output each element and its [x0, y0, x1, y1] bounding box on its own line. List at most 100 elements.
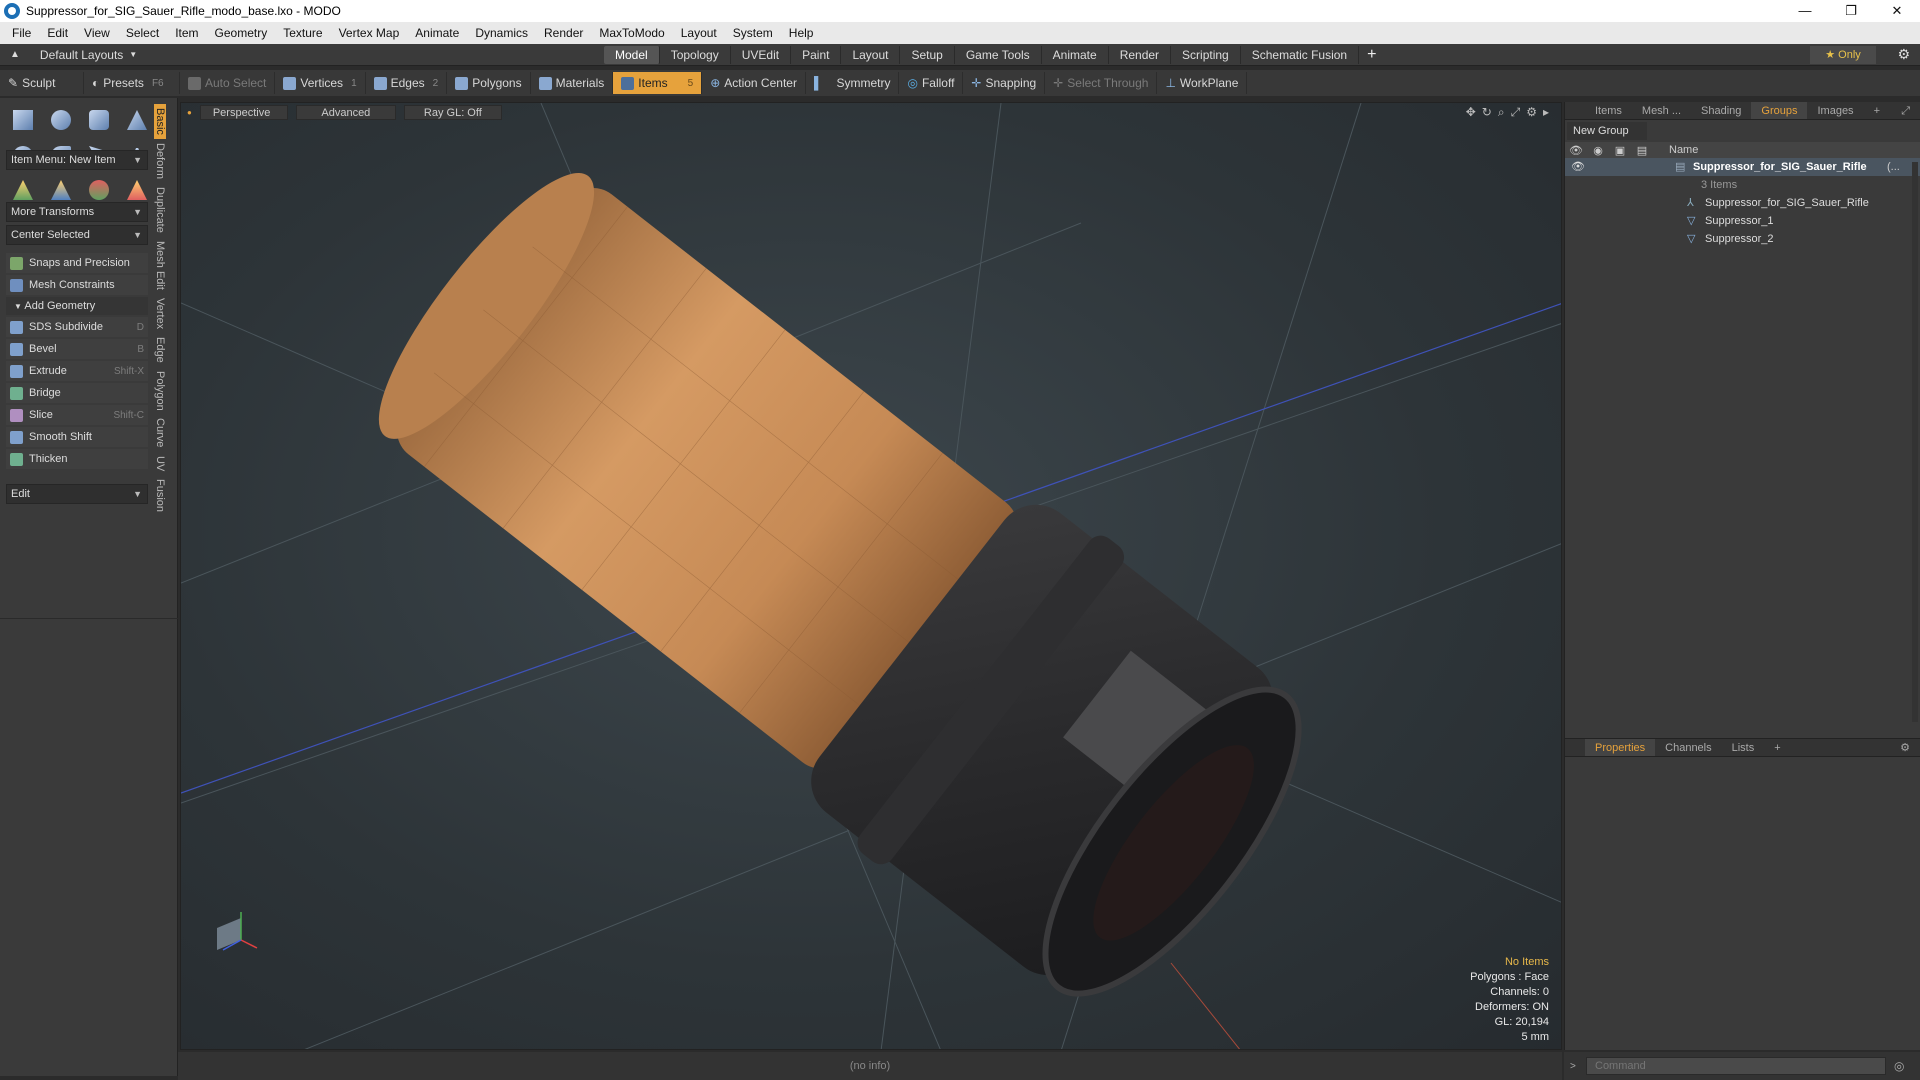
command-input[interactable]	[1586, 1057, 1886, 1075]
menu-select[interactable]: Select	[118, 26, 167, 40]
auto-select-button[interactable]: Auto Select	[180, 72, 276, 94]
edges-button[interactable]: Edges 2	[366, 72, 448, 94]
vtab-curve[interactable]: Curve	[154, 414, 166, 451]
select-through-button[interactable]: ✛ Select Through	[1045, 72, 1158, 94]
vtab-basic[interactable]: Basic	[154, 104, 166, 139]
select-col-icon[interactable]: ▤	[1631, 144, 1653, 157]
close-button[interactable]: ✕	[1874, 0, 1920, 22]
presets-button[interactable]: ◐ Presets F6	[84, 72, 180, 94]
menu-animate[interactable]: Animate	[407, 26, 467, 40]
tab-layout[interactable]: Layout	[841, 46, 901, 64]
snaps-precision-button[interactable]: Snaps and Precision	[6, 253, 148, 273]
extrude-button[interactable]: Extrude Shift-X	[6, 361, 148, 381]
vtab-fusion[interactable]: Fusion	[154, 475, 166, 516]
menu-item[interactable]: Item	[167, 26, 206, 40]
mesh-constraints-button[interactable]: Mesh Constraints	[6, 275, 148, 295]
items-button[interactable]: Items 5	[613, 72, 703, 94]
action-center-button[interactable]: ⊕ Action Center	[702, 72, 806, 94]
tab-model[interactable]: Model	[604, 46, 660, 64]
cylinder-primitive-button[interactable]	[82, 104, 116, 136]
smooth-shift-button[interactable]: Smooth Shift	[6, 427, 148, 447]
tab-topology[interactable]: Topology	[660, 46, 731, 64]
vtab-vertex[interactable]: Vertex	[154, 294, 166, 333]
tab-channels[interactable]: Channels	[1655, 739, 1721, 756]
pan-icon[interactable]: ✥	[1466, 105, 1476, 120]
only-toggle[interactable]: ★ Only	[1810, 46, 1876, 64]
layout-selector[interactable]: ▲ Default Layouts ▼	[10, 48, 137, 62]
render-col-icon[interactable]: ◉	[1587, 144, 1609, 157]
menu-help[interactable]: Help	[781, 26, 822, 40]
menu-dynamics[interactable]: Dynamics	[467, 26, 536, 40]
gear-icon[interactable]: ⚙	[1897, 46, 1910, 63]
tab-schematic-fusion[interactable]: Schematic Fusion	[1241, 46, 1360, 64]
falloff-button[interactable]: ◎ Falloff	[899, 72, 964, 94]
menu-texture[interactable]: Texture	[275, 26, 330, 40]
perspective-button[interactable]: Perspective	[199, 104, 288, 120]
menu-view[interactable]: View	[76, 26, 118, 40]
polygons-button[interactable]: Polygons	[447, 72, 531, 94]
tab-paint[interactable]: Paint	[791, 46, 842, 64]
cone-primitive-button[interactable]	[120, 104, 154, 136]
tab-images[interactable]: Images	[1807, 102, 1863, 119]
snapping-button[interactable]: ✛ Snapping	[963, 72, 1046, 94]
tab-uvedit[interactable]: UVEdit	[731, 46, 792, 64]
tab-animate[interactable]: Animate	[1042, 46, 1109, 64]
tree-item-row[interactable]: ▽ Suppressor_2	[1565, 230, 1920, 248]
sphere-primitive-button[interactable]	[44, 104, 78, 136]
lock-col-icon[interactable]: ▣	[1609, 144, 1631, 157]
more-transforms-dropdown[interactable]: More Transforms ▼	[6, 202, 148, 222]
layout-collapse-icon[interactable]: ▲	[10, 49, 20, 60]
menu-render[interactable]: Render	[536, 26, 591, 40]
menu-geometry[interactable]: Geometry	[207, 26, 276, 40]
tab-lists[interactable]: Lists	[1722, 739, 1765, 756]
fit-icon[interactable]: ⤢	[1511, 105, 1521, 120]
group-row[interactable]: 👁 ▤ Suppressor_for_SIG_Sauer_Rifle (...	[1565, 158, 1920, 176]
tab-properties[interactable]: Properties	[1585, 739, 1656, 756]
menu-vertex-map[interactable]: Vertex Map	[331, 26, 408, 40]
tab-game-tools[interactable]: Game Tools	[955, 46, 1042, 64]
vertices-button[interactable]: Vertices 1	[275, 72, 366, 94]
tree-item-row[interactable]: ▽ Suppressor_1	[1565, 212, 1920, 230]
3d-viewport[interactable]: ● Perspective Advanced Ray GL: Off ✥ ↻ ⌕…	[180, 102, 1562, 1050]
menu-maxtomodo[interactable]: MaxToModo	[591, 26, 672, 40]
minimize-button[interactable]: —	[1782, 0, 1828, 22]
visibility-col-icon[interactable]: 👁	[1565, 144, 1587, 157]
raygl-button[interactable]: Ray GL: Off	[403, 104, 502, 120]
panel-expand-icon[interactable]: ⤢	[1891, 102, 1920, 119]
workplane-button[interactable]: ⊥ WorkPlane	[1157, 72, 1248, 94]
thicken-button[interactable]: Thicken	[6, 449, 148, 469]
advanced-button[interactable]: Advanced	[295, 104, 396, 120]
bevel-button[interactable]: Bevel B	[6, 339, 148, 359]
maximize-button[interactable]: ❐	[1828, 0, 1874, 22]
materials-button[interactable]: Materials	[531, 72, 614, 94]
sds-subdivide-button[interactable]: SDS Subdivide D	[6, 317, 148, 337]
vtab-duplicate[interactable]: Duplicate	[154, 183, 166, 237]
add-properties-tab-button[interactable]: +	[1764, 739, 1790, 756]
menu-file[interactable]: File	[4, 26, 39, 40]
center-selected-dropdown[interactable]: Center Selected ▼	[6, 225, 148, 245]
menu-system[interactable]: System	[725, 26, 781, 40]
vtab-edge[interactable]: Edge	[154, 333, 166, 367]
add-geometry-header[interactable]: ▼ Add Geometry	[6, 297, 148, 315]
tab-mesh[interactable]: Mesh ...	[1632, 102, 1691, 119]
cube-primitive-button[interactable]	[6, 104, 40, 136]
vtab-mesh-edit[interactable]: Mesh Edit	[154, 237, 166, 294]
menu-layout[interactable]: Layout	[673, 26, 725, 40]
panel-scrollbar[interactable]	[1912, 162, 1918, 722]
tab-items[interactable]: Items	[1585, 102, 1632, 119]
add-tab-button[interactable]: +	[1359, 46, 1384, 64]
item-menu-dropdown[interactable]: Item Menu: New Item ▼	[6, 150, 148, 170]
bridge-button[interactable]: Bridge	[6, 383, 148, 403]
menu-edit[interactable]: Edit	[39, 26, 76, 40]
command-record-icon[interactable]: ◎	[1894, 1059, 1904, 1073]
slice-button[interactable]: Slice Shift-C	[6, 405, 148, 425]
tab-scripting[interactable]: Scripting	[1171, 46, 1241, 64]
zoom-icon[interactable]: ⌕	[1498, 105, 1505, 120]
vtab-uv[interactable]: UV	[154, 452, 166, 475]
new-group-button[interactable]: New Group	[1567, 122, 1647, 140]
tab-groups[interactable]: Groups	[1751, 102, 1808, 119]
edit-dropdown[interactable]: Edit ▼	[6, 484, 148, 504]
tab-setup[interactable]: Setup	[900, 46, 955, 64]
sculpt-button[interactable]: ✎ Sculpt	[0, 72, 84, 94]
orbit-icon[interactable]: ↻	[1482, 105, 1492, 120]
